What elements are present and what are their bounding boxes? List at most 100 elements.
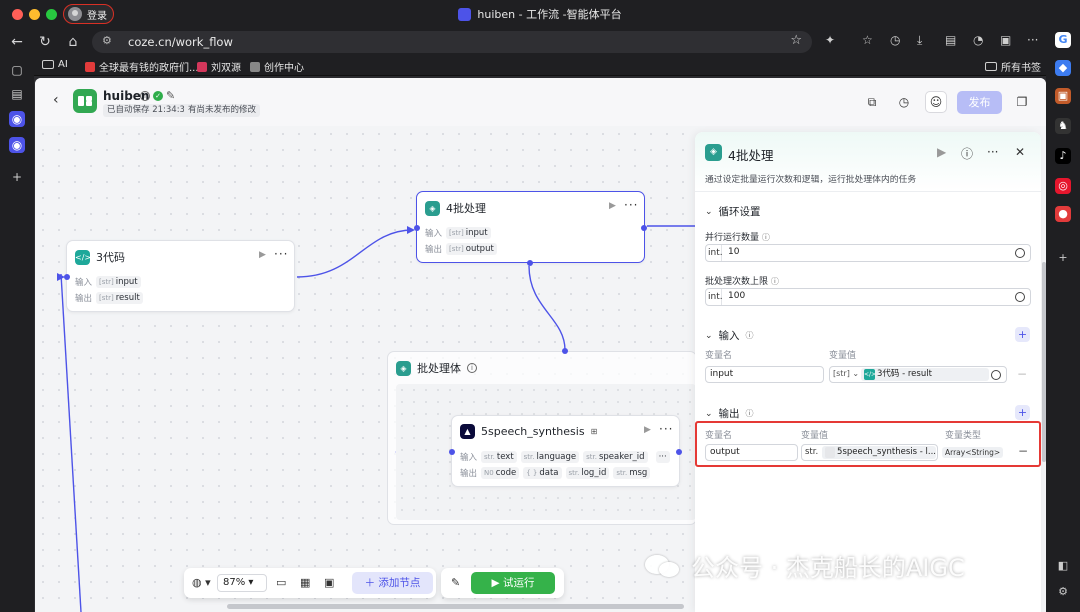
run-node-icon[interactable]: ▶ [259, 250, 266, 260]
home-icon[interactable]: ⌂ [64, 33, 82, 51]
mouse-mode-icon[interactable]: ◍ ▾ [192, 576, 211, 589]
duplicate-icon[interactable]: ❐ [1012, 92, 1032, 112]
all-bookmarks[interactable]: 所有书签 [985, 59, 1041, 74]
more-menu-icon[interactable]: ··· [1027, 33, 1038, 47]
remove-input-button[interactable]: − [1017, 367, 1027, 381]
add-tab-icon[interactable]: + [9, 169, 25, 185]
coze-tab-active-icon[interactable]: ◉ [9, 137, 25, 153]
input-port[interactable] [64, 274, 70, 280]
panel-scrollbar[interactable] [1042, 262, 1046, 462]
bookmark-ai[interactable]: AI [42, 59, 68, 70]
max-batch-input[interactable]: int. 100 [705, 288, 1031, 306]
help-icon[interactable]: ⓘ [961, 145, 973, 162]
body-top-port[interactable] [562, 348, 568, 354]
input-variable-value[interactable]: [str] ⌄ </> 3代码 - result [829, 366, 1007, 383]
favorites-icon[interactable]: ☆ [862, 33, 873, 47]
more-icon[interactable]: ··· [987, 145, 998, 159]
stepper-icon[interactable] [1015, 292, 1025, 302]
collaborators-icon[interactable]: ☺ [925, 91, 947, 113]
output-variable-value[interactable]: str. 5speech_synthesis - l... [801, 444, 938, 461]
run-node-icon[interactable]: ▶ [644, 425, 651, 435]
run-toolbar: ✎ ▶ 试运行 [441, 568, 564, 598]
copy-icon[interactable]: ⧉ [862, 92, 882, 112]
output-port[interactable] [641, 225, 647, 231]
node-code[interactable]: </> 3代码 ▶ ··· 输入 [str] input 输出 [str] resu… [64, 240, 295, 312]
collections-icon[interactable]: ▤ [9, 86, 25, 102]
extension-blue-icon[interactable]: ◆ [1055, 60, 1071, 76]
info-icon[interactable]: ⓘ [762, 233, 770, 242]
tabs-icon[interactable]: ▢ [9, 62, 25, 78]
type-select[interactable]: [str] ⌄ [833, 369, 859, 378]
publish-button[interactable]: 发布 [957, 91, 1002, 114]
remove-output-button[interactable]: − [1018, 444, 1028, 458]
add-sidebar-icon[interactable]: + [1055, 250, 1071, 266]
history-icon[interactable]: ◷ [890, 33, 900, 47]
reading-icon[interactable]: ▤ [945, 33, 956, 47]
output-port[interactable] [676, 449, 682, 455]
bookmark-liu[interactable]: 刘双源 [197, 59, 241, 74]
body-port[interactable] [527, 260, 533, 266]
chip-label: log_id [581, 468, 607, 478]
canvas-toolbar: ◍ ▾ 87% ▾ ▭ ▦ ▣ ＋ 添加节点 [184, 568, 436, 598]
wrench-icon[interactable]: ✎ [451, 576, 460, 589]
tiktok-icon[interactable]: ♪ [1055, 148, 1071, 164]
back-arrow-icon[interactable]: ← [8, 33, 26, 51]
google-icon[interactable]: G [1055, 32, 1071, 48]
horizontal-scrollbar[interactable] [227, 604, 684, 609]
more-icon[interactable]: ··· [659, 422, 673, 436]
extension-icon[interactable]: ✦ [825, 33, 835, 47]
info-icon[interactable]: ⓘ [771, 277, 779, 286]
stepper-icon[interactable] [1015, 248, 1025, 258]
info-icon[interactable]: ⓘ [746, 408, 754, 419]
settings-icon[interactable]: ⚙ [1055, 584, 1071, 600]
back-chevron-icon[interactable]: ‹ [53, 92, 59, 108]
add-node-button[interactable]: ＋ 添加节点 [352, 572, 433, 594]
chess-icon[interactable]: ♞ [1055, 118, 1071, 134]
layout-icon[interactable]: ▦ [300, 576, 310, 589]
zoom-select[interactable]: 87% ▾ [217, 574, 267, 592]
input-value: 10 [728, 247, 740, 257]
site-settings-icon[interactable]: ⚙ [102, 34, 112, 47]
output-section-header[interactable]: ⌄ 输出 ⓘ [705, 406, 754, 421]
red-app-icon[interactable]: ● [1055, 206, 1071, 222]
input-variable-name[interactable]: input [705, 366, 824, 383]
bookmark-creator[interactable]: 创作中心 [250, 59, 304, 74]
test-run-button[interactable]: ▶ 试运行 [471, 572, 555, 594]
minimap-icon[interactable]: ▣ [324, 576, 334, 589]
download-icon[interactable]: ⤓ [917, 33, 922, 48]
bookmark-government[interactable]: 全球最有钱的政府们... [85, 59, 199, 74]
briefcase-icon[interactable]: ▣ [1055, 88, 1071, 104]
add-input-button[interactable]: + [1015, 327, 1030, 342]
info-icon[interactable]: i [140, 91, 150, 101]
more-icon[interactable]: ··· [624, 198, 638, 212]
bookmark-star-icon[interactable]: ☆ [790, 33, 802, 48]
run-node-icon[interactable]: ▶ [609, 201, 616, 211]
reload-icon[interactable]: ↻ [36, 33, 54, 51]
input-port[interactable] [449, 449, 455, 455]
info-icon[interactable]: i [467, 363, 477, 373]
history-icon[interactable]: ◷ [894, 92, 914, 112]
weibo-icon[interactable]: ◎ [1055, 178, 1071, 194]
node-batch[interactable]: ◈ 4批处理 ▶ ··· 输入 [str] input 输出 [str] outpu… [414, 191, 647, 266]
output-variable-name[interactable]: output [705, 444, 798, 461]
add-output-button[interactable]: + [1015, 405, 1030, 420]
variable-picker-icon[interactable] [991, 370, 1001, 380]
loop-settings-header[interactable]: ⌄ 循环设置 [705, 204, 761, 219]
coze-tab-icon[interactable]: ◉ [9, 111, 25, 127]
more-chips-button[interactable]: ··· [655, 451, 670, 463]
more-icon[interactable]: ··· [274, 247, 288, 261]
parallel-count-input[interactable]: int. 10 [705, 244, 1031, 262]
comment-icon[interactable]: ▭ [276, 576, 286, 589]
run-node-icon[interactable]: ▶ [937, 145, 946, 159]
info-icon[interactable]: ⓘ [746, 330, 754, 341]
address-bar[interactable]: ⚙ coze.cn/work_flow ☆ [92, 31, 812, 53]
node-speech-synthesis[interactable]: ▲ 5speech_synthesis ⊞ ▶ ··· 输入 str. text … [449, 415, 682, 487]
sidebar-toggle-icon[interactable]: ◧ [1055, 558, 1071, 574]
close-icon[interactable]: ✕ [1015, 145, 1025, 159]
input-port[interactable] [414, 225, 420, 231]
row-label: 输出 [75, 294, 93, 304]
wallet-icon[interactable]: ▣ [1000, 33, 1011, 47]
input-section-header[interactable]: ⌄ 输入 ⓘ [705, 328, 754, 343]
edit-icon[interactable]: ✎ [166, 89, 175, 102]
performance-icon[interactable]: ◔ [973, 33, 983, 47]
